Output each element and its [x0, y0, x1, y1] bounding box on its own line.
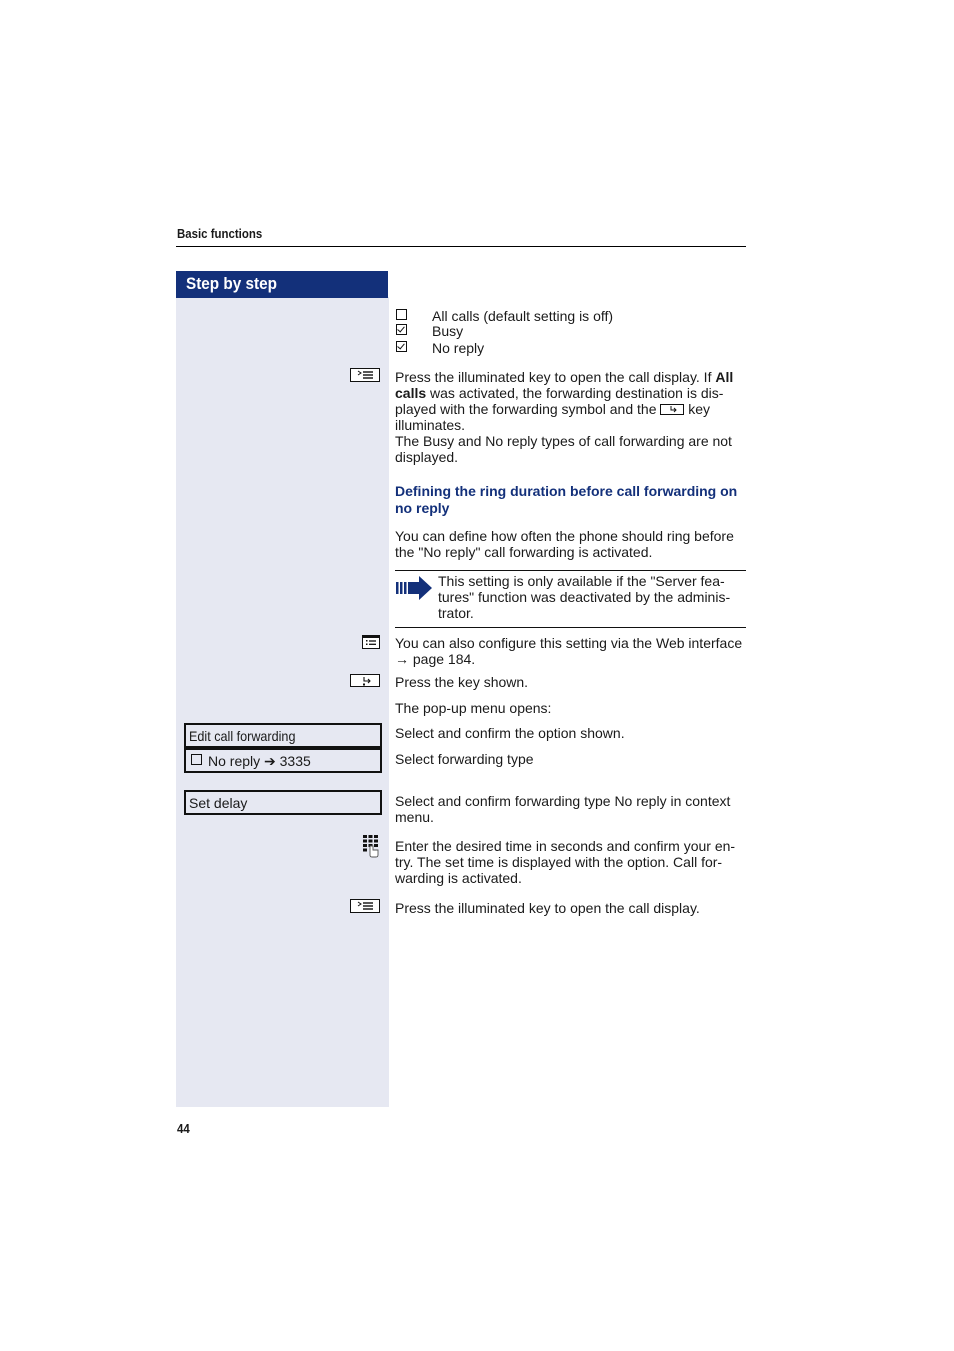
menu-item-no-reply[interactable]: No reply ➔ 3335 — [184, 748, 382, 773]
note-arrow-icon — [395, 576, 433, 600]
note-rule-top — [395, 570, 746, 571]
call-display-final-text: Press the illuminated key to open the ca… — [395, 900, 700, 916]
web-interface-icon — [362, 635, 380, 649]
call-display-description: Press the illuminated key to open the ca… — [395, 369, 734, 465]
checkbox-label: All calls (default setting is off) — [432, 308, 614, 324]
menu-item-label: Edit call forwarding — [189, 728, 296, 744]
edit-forwarding-text: Select and confirm the option shown. — [395, 725, 625, 741]
page-reference-link[interactable]: → page 184. — [395, 651, 742, 667]
note-rule-bottom — [395, 627, 746, 628]
menu-item-label: No reply ➔ 3335 — [208, 753, 311, 769]
step-by-step-header: Step by step — [176, 271, 388, 298]
menu-item-edit-call-forwarding[interactable]: Edit call forwarding — [184, 723, 382, 748]
forward-type-text: Select forwarding type — [395, 751, 534, 767]
call-display-key-icon[interactable] — [350, 368, 380, 382]
forwarding-key-text: Press the key shown. — [395, 674, 529, 690]
set-delay-text: Select and confirm forwarding type No re… — [395, 793, 731, 825]
popup-menu-text: The pop-up menu opens: — [395, 700, 552, 716]
intro-text: You can define how often the phone shoul… — [395, 528, 734, 560]
web-interface-text: You can also configure this setting via … — [395, 635, 743, 667]
step-by-step-title: Step by step — [186, 274, 277, 293]
checkbox-label: Busy — [432, 323, 464, 339]
header-rule — [176, 246, 746, 247]
menu-item-set-delay[interactable]: Set delay — [184, 790, 382, 815]
checkbox-checked-icon — [396, 324, 407, 335]
enter-time-text: Enter the desired time in seconds and co… — [395, 838, 736, 886]
forwarding-key-icon — [660, 404, 685, 415]
checkbox-checked-icon — [396, 341, 407, 352]
page-number: 44 — [177, 1121, 190, 1136]
checkbox-label: No reply — [432, 340, 485, 356]
note-text: This setting is only available if the "S… — [438, 573, 731, 621]
keypad-icon — [362, 834, 380, 858]
section-header: Basic functions — [177, 226, 263, 241]
forwarding-key-icon[interactable] — [350, 674, 380, 687]
call-display-key-icon[interactable] — [350, 899, 380, 913]
checkbox-empty-icon — [396, 309, 407, 320]
checkbox-empty-icon — [191, 754, 202, 765]
step-sidebar — [176, 297, 389, 1107]
menu-item-label: Set delay — [189, 795, 248, 811]
section-subheading: Defining the ring duration before call f… — [395, 483, 738, 516]
